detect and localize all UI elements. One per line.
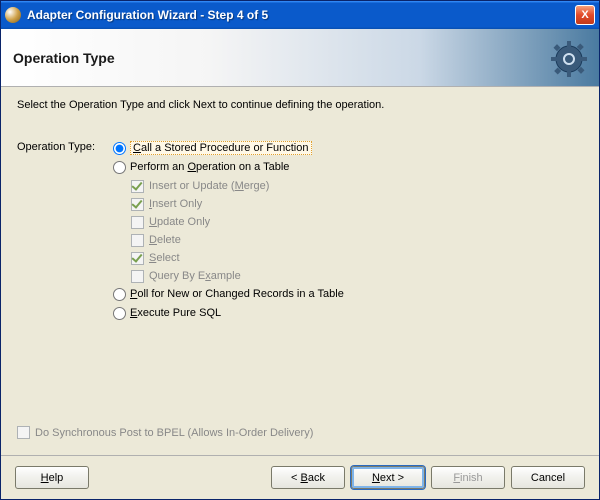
gear-icon: [549, 39, 589, 79]
radio-table-operation-label: Perform an Operation on a Table: [130, 161, 289, 173]
radio-table-operation[interactable]: Perform an Operation on a Table: [113, 158, 583, 176]
radio-pure-sql-label: Execute Pure SQL: [130, 307, 221, 319]
close-button[interactable]: X: [575, 5, 595, 25]
check-delete: Delete: [131, 231, 583, 249]
radio-poll-input[interactable]: [113, 288, 126, 301]
check-select: Select: [131, 249, 583, 267]
close-icon: X: [581, 9, 588, 21]
titlebar: Adapter Configuration Wizard - Step 4 of…: [1, 1, 599, 29]
table-sub-options: Insert or Update (Merge) Insert Only Upd…: [131, 177, 583, 285]
check-update-label: Update Only: [149, 216, 210, 228]
finish-button: Finish: [431, 466, 505, 489]
operation-options: Call a Stored Procedure or Function Perf…: [113, 139, 583, 323]
app-icon: [5, 7, 21, 23]
check-sync-post-label: Do Synchronous Post to BPEL (Allows In-O…: [35, 427, 313, 439]
radio-table-operation-input[interactable]: [113, 161, 126, 174]
check-select-label: Select: [149, 252, 180, 264]
back-button[interactable]: < Back: [271, 466, 345, 489]
radio-poll[interactable]: Poll for New or Changed Records in a Tab…: [113, 285, 583, 303]
check-merge-label: Insert or Update (Merge): [149, 180, 269, 192]
header-panel: Operation Type: [1, 29, 599, 87]
check-qbe-label: Query By Example: [149, 270, 241, 282]
check-qbe: Query By Example: [131, 267, 583, 285]
cancel-button[interactable]: Cancel: [511, 466, 585, 489]
check-delete-box: [131, 234, 144, 247]
check-insert-box: [131, 198, 144, 211]
check-merge-box: [131, 180, 144, 193]
page-title: Operation Type: [13, 50, 115, 66]
radio-stored-procedure-label: Call a Stored Procedure or Function: [130, 141, 312, 155]
wizard-window: Adapter Configuration Wizard - Step 4 of…: [0, 0, 600, 500]
check-merge: Insert or Update (Merge): [131, 177, 583, 195]
check-delete-label: Delete: [149, 234, 181, 246]
radio-pure-sql-input[interactable]: [113, 307, 126, 320]
radio-pure-sql[interactable]: Execute Pure SQL: [113, 304, 583, 322]
operation-type-row: Operation Type: Call a Stored Procedure …: [17, 139, 583, 323]
intro-text: Select the Operation Type and click Next…: [17, 99, 583, 111]
check-update: Update Only: [131, 213, 583, 231]
check-sync-post-box: [17, 426, 30, 439]
operation-type-label: Operation Type:: [17, 139, 113, 323]
check-insert: Insert Only: [131, 195, 583, 213]
check-insert-label: Insert Only: [149, 198, 202, 210]
radio-poll-label: Poll for New or Changed Records in a Tab…: [130, 288, 344, 300]
content-area: Select the Operation Type and click Next…: [1, 87, 599, 455]
check-sync-post: Do Synchronous Post to BPEL (Allows In-O…: [17, 426, 313, 439]
window-title: Adapter Configuration Wizard - Step 4 of…: [27, 8, 575, 22]
check-qbe-box: [131, 270, 144, 283]
next-button[interactable]: Next >: [351, 466, 425, 489]
radio-stored-procedure[interactable]: Call a Stored Procedure or Function: [113, 139, 583, 157]
help-button[interactable]: Help: [15, 466, 89, 489]
check-select-box: [131, 252, 144, 265]
check-update-box: [131, 216, 144, 229]
footer-bar: Help < Back Next > Finish Cancel: [1, 455, 599, 499]
radio-stored-procedure-input[interactable]: [113, 142, 126, 155]
